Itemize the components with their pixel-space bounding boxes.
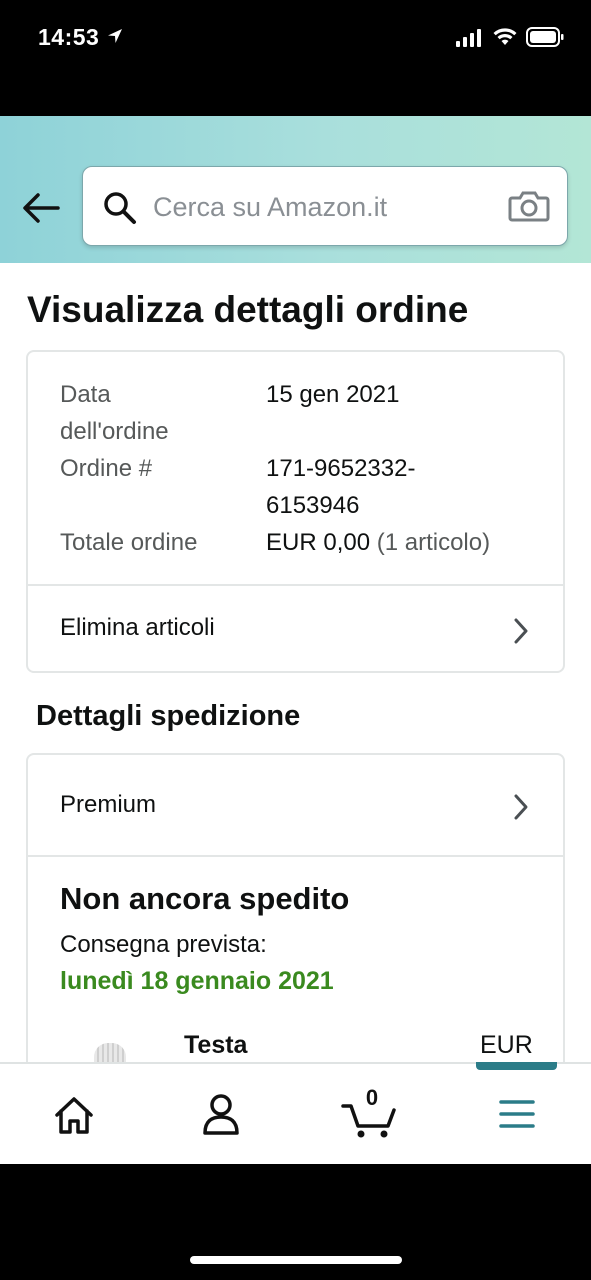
order-total-value-wrap: EUR 0,00 (1 articolo) xyxy=(266,524,490,561)
camera-icon[interactable] xyxy=(508,189,550,228)
active-tab-indicator xyxy=(476,1062,557,1070)
chevron-right-icon xyxy=(512,793,530,826)
order-number-value: 171-9652332- xyxy=(266,455,416,482)
delivery-estimate-label: Consegna prevista: xyxy=(60,931,267,958)
order-number-label: Ordine # xyxy=(60,455,153,482)
shipping-card: Premium Non ancora spedito Consegna prev… xyxy=(26,753,565,1062)
page-title: Visualizza dettagli ordine xyxy=(27,289,469,330)
search-bar[interactable] xyxy=(82,166,568,246)
cart-count-badge: 0 xyxy=(365,1085,379,1110)
main-content: Visualizza dettagli ordine Data dell'ord… xyxy=(0,263,591,1062)
order-number-value-line2: 6153946 xyxy=(266,492,360,519)
order-item-count: (1 articolo) xyxy=(376,529,491,556)
wifi-icon xyxy=(492,26,518,51)
location-arrow-icon xyxy=(106,27,124,50)
order-summary-card: Data dell'ordine 15 gen 2021 Ordine # 17… xyxy=(26,350,565,673)
chevron-right-icon xyxy=(512,617,530,650)
bottom-navigation: 0 xyxy=(0,1062,591,1164)
search-input[interactable] xyxy=(153,185,493,229)
nav-account-button[interactable] xyxy=(191,1088,251,1142)
search-icon xyxy=(103,191,137,230)
delivery-date: lunedì 18 gennaio 2021 xyxy=(60,967,334,995)
product-thumbnail[interactable] xyxy=(94,1043,126,1062)
nav-menu-button[interactable] xyxy=(487,1088,547,1142)
battery-icon xyxy=(526,27,564,52)
shipping-method-row[interactable]: Premium xyxy=(28,755,563,855)
cellular-signal-icon xyxy=(456,29,482,52)
product-name[interactable]: Testa xyxy=(184,1031,247,1060)
nav-home-button[interactable] xyxy=(44,1088,104,1142)
home-icon xyxy=(44,1097,104,1146)
home-indicator[interactable] xyxy=(190,1256,402,1264)
order-date-label-line2: dell'ordine xyxy=(60,418,169,445)
menu-icon xyxy=(487,1100,547,1146)
delete-items-row[interactable]: Elimina articoli xyxy=(28,586,563,671)
back-arrow-icon[interactable] xyxy=(22,192,60,229)
order-total-label: Totale ordine xyxy=(60,529,198,556)
divider xyxy=(28,855,563,857)
order-date-value: 15 gen 2021 xyxy=(266,381,400,408)
delete-items-label: Elimina articoli xyxy=(60,614,215,641)
nav-cart-button[interactable]: 0 xyxy=(340,1085,400,1142)
shipping-method-label: Premium xyxy=(60,791,157,818)
shipping-section-title: Dettagli spedizione xyxy=(36,700,301,732)
order-date-label: Data xyxy=(60,381,111,408)
status-time: 14:53 xyxy=(38,24,100,50)
order-total-value: EUR 0,00 xyxy=(266,529,371,556)
shipment-status: Non ancora spedito xyxy=(60,881,350,916)
app-header xyxy=(0,116,591,263)
product-price: EUR xyxy=(480,1031,533,1059)
status-bar: 14:53 xyxy=(0,0,591,116)
cart-icon xyxy=(340,1104,400,1146)
account-icon xyxy=(191,1094,251,1146)
